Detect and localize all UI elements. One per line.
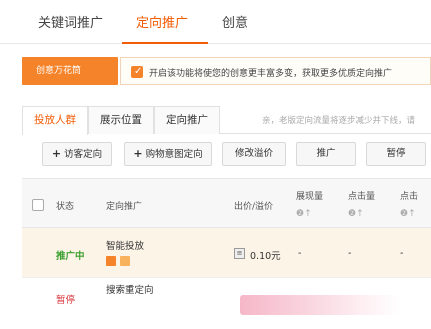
clicks-value: - [348, 248, 352, 259]
add-visitor-targeting-button[interactable]: + 访客定向 [42, 142, 112, 166]
bid-value[interactable]: 0.10元 [250, 248, 281, 262]
sub-tab-notice: 亲，老版定向流量将逐步减少并下线，请 [262, 116, 416, 126]
header-clicks[interactable]: 点击量 [348, 189, 375, 202]
blurred-watermark [240, 295, 400, 315]
top-tab-bar: 关键词推广 定向推广 创意 [0, 0, 431, 44]
active-tab-indicator [122, 42, 208, 44]
tab-targeted-promotion[interactable]: 定向推广 [136, 12, 188, 31]
header-targeting: 定向推广 [106, 202, 143, 212]
header-clicks-partial[interactable]: 点击 [400, 189, 418, 202]
enable-creative-checkbox[interactable]: ✓ [131, 66, 143, 78]
cart-intent-label: 购物意图定向 [145, 149, 203, 160]
creative-kaleidoscope-banner[interactable]: 创意万花筒 [22, 57, 118, 85]
plus-icon: + [133, 147, 143, 160]
impressions-value: - [298, 248, 302, 259]
tab-placement[interactable]: 展示位置 [88, 106, 154, 134]
tab-creative[interactable]: 创意 [222, 12, 248, 31]
select-all-checkbox[interactable] [32, 199, 44, 211]
creative-option-text: 开启该功能将使您的创意更丰富多变，获取更多优质定向推广 [149, 69, 393, 79]
pause-button[interactable]: 暂停 [366, 142, 426, 166]
extra-value: - [400, 248, 404, 259]
creative-option-box: ✓ 开启该功能将使您的创意更丰富多变，获取更多优质定向推广 [120, 57, 431, 85]
modify-premium-button[interactable]: 修改溢价 [222, 142, 286, 166]
status-paused: 暂停 [56, 295, 76, 306]
report-icon[interactable] [120, 256, 130, 266]
add-cart-intent-button[interactable]: + 购物意图定向 [124, 142, 212, 166]
table-header: 状态 定向推广 出价/溢价 展现量 ❷↑ 点击量 ❷↑ 点击 ❷↑ [22, 178, 431, 228]
tab-audience[interactable]: 投放人群 [22, 106, 88, 135]
clicks-sort-icon[interactable]: ❷↑ [348, 209, 364, 219]
tab-targeting[interactable]: 定向推广 [154, 106, 220, 134]
table-row: 推广中 智能投放 ≡ 0.10元 - - - [22, 228, 431, 278]
pause-state-icon[interactable] [106, 256, 116, 266]
bid-edit-icon[interactable]: ≡ [234, 248, 245, 259]
plus-icon: + [51, 147, 62, 160]
status-running: 推广中 [56, 251, 85, 262]
visitor-targeting-label: 访客定向 [64, 149, 103, 160]
checkmark-icon: ✓ [134, 66, 143, 77]
tab-keyword-promotion[interactable]: 关键词推广 [38, 12, 103, 31]
promote-button[interactable]: 推广 [296, 142, 356, 166]
extra-sort-icon[interactable]: ❷↑ [400, 209, 416, 219]
header-status: 状态 [56, 202, 75, 212]
header-bid[interactable]: 出价/溢价 [234, 199, 273, 212]
impressions-sort-icon[interactable]: ❷↑ [296, 209, 312, 219]
sub-tab-bar: 投放人群 展示位置 定向推广 亲，老版定向流量将逐步减少并下线，请 [22, 106, 431, 135]
targeting-name: 搜索重定向 [106, 285, 154, 296]
header-impressions[interactable]: 展现量 [296, 189, 323, 202]
targeting-name: 智能投放 [106, 241, 145, 252]
